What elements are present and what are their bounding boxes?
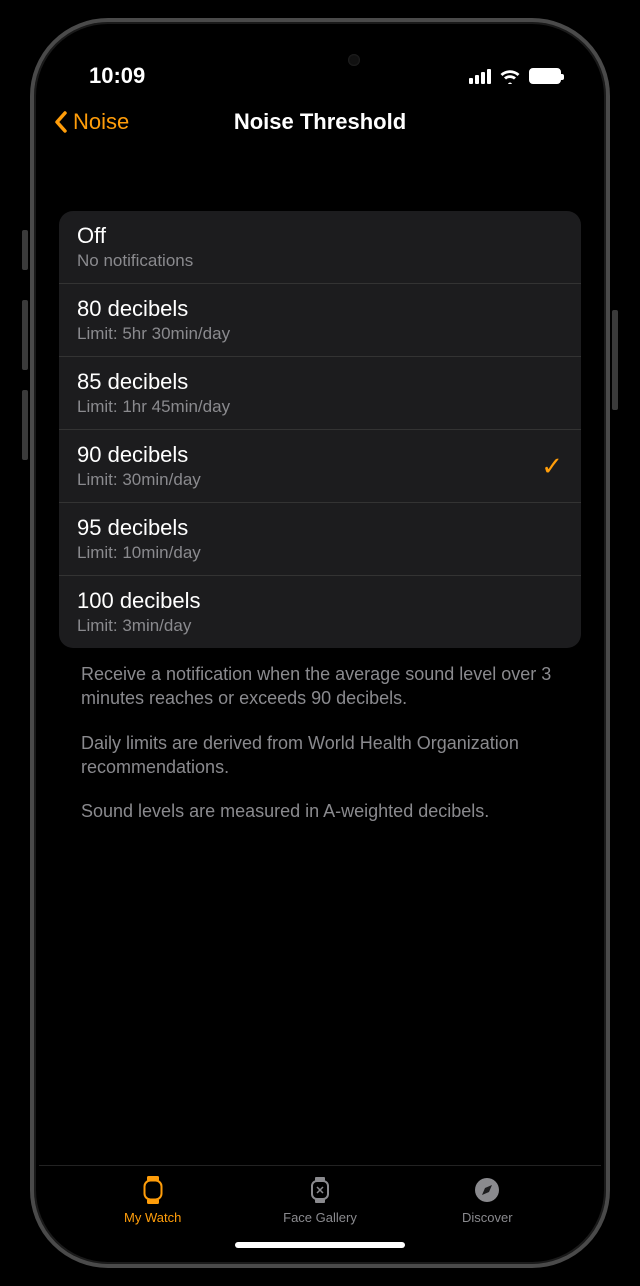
home-indicator[interactable] bbox=[39, 1231, 601, 1259]
battery-icon bbox=[529, 68, 561, 84]
watch-face-icon bbox=[305, 1174, 335, 1206]
option-90db[interactable]: 90 decibels Limit: 30min/day ✓ bbox=[59, 430, 581, 503]
footer-p1: Receive a notification when the average … bbox=[81, 662, 559, 711]
option-off[interactable]: Off No notifications bbox=[59, 211, 581, 284]
watch-icon bbox=[138, 1174, 168, 1206]
nav-bar: Noise Noise Threshold bbox=[39, 97, 601, 151]
side-button-power bbox=[612, 310, 618, 410]
tab-face-gallery[interactable]: Face Gallery bbox=[260, 1174, 380, 1225]
cellular-icon bbox=[469, 68, 491, 84]
tab-bar: My Watch Face Gallery bbox=[39, 1165, 601, 1231]
content-scroll[interactable]: Off No notifications 80 decibels Limit: … bbox=[39, 151, 601, 1165]
option-85db[interactable]: 85 decibels Limit: 1hr 45min/day bbox=[59, 357, 581, 430]
status-time: 10:09 bbox=[89, 63, 145, 89]
option-title: 80 decibels bbox=[77, 296, 230, 322]
tab-discover[interactable]: Discover bbox=[427, 1174, 547, 1225]
footer-text: Receive a notification when the average … bbox=[59, 648, 581, 823]
option-95db[interactable]: 95 decibels Limit: 10min/day bbox=[59, 503, 581, 576]
phone-frame: 10:09 Noise Noise Threshold bbox=[30, 18, 610, 1268]
tab-my-watch[interactable]: My Watch bbox=[93, 1174, 213, 1225]
wifi-icon bbox=[499, 68, 521, 84]
back-label: Noise bbox=[73, 109, 129, 135]
tab-label: My Watch bbox=[124, 1210, 181, 1225]
dynamic-island bbox=[245, 45, 395, 75]
side-button-vol-up bbox=[22, 300, 28, 370]
tab-label: Face Gallery bbox=[283, 1210, 357, 1225]
footer-p2: Daily limits are derived from World Heal… bbox=[81, 731, 559, 780]
option-sub: Limit: 3min/day bbox=[77, 616, 201, 636]
option-title: Off bbox=[77, 223, 193, 249]
option-100db[interactable]: 100 decibels Limit: 3min/day bbox=[59, 576, 581, 648]
option-sub: Limit: 1hr 45min/day bbox=[77, 397, 230, 417]
side-button-mute bbox=[22, 230, 28, 270]
side-button-vol-down bbox=[22, 390, 28, 460]
compass-icon bbox=[472, 1174, 502, 1206]
option-title: 85 decibels bbox=[77, 369, 230, 395]
chevron-left-icon bbox=[53, 110, 69, 134]
option-sub: Limit: 30min/day bbox=[77, 470, 201, 490]
threshold-options: Off No notifications 80 decibels Limit: … bbox=[59, 211, 581, 648]
front-camera bbox=[348, 54, 360, 66]
back-button[interactable]: Noise bbox=[53, 109, 129, 135]
option-sub: Limit: 10min/day bbox=[77, 543, 201, 563]
option-title: 100 decibels bbox=[77, 588, 201, 614]
option-sub: No notifications bbox=[77, 251, 193, 271]
footer-p3: Sound levels are measured in A-weighted … bbox=[81, 799, 559, 823]
option-title: 95 decibels bbox=[77, 515, 201, 541]
option-sub: Limit: 5hr 30min/day bbox=[77, 324, 230, 344]
tab-label: Discover bbox=[462, 1210, 513, 1225]
option-title: 90 decibels bbox=[77, 442, 201, 468]
checkmark-icon: ✓ bbox=[541, 451, 563, 482]
option-80db[interactable]: 80 decibels Limit: 5hr 30min/day bbox=[59, 284, 581, 357]
